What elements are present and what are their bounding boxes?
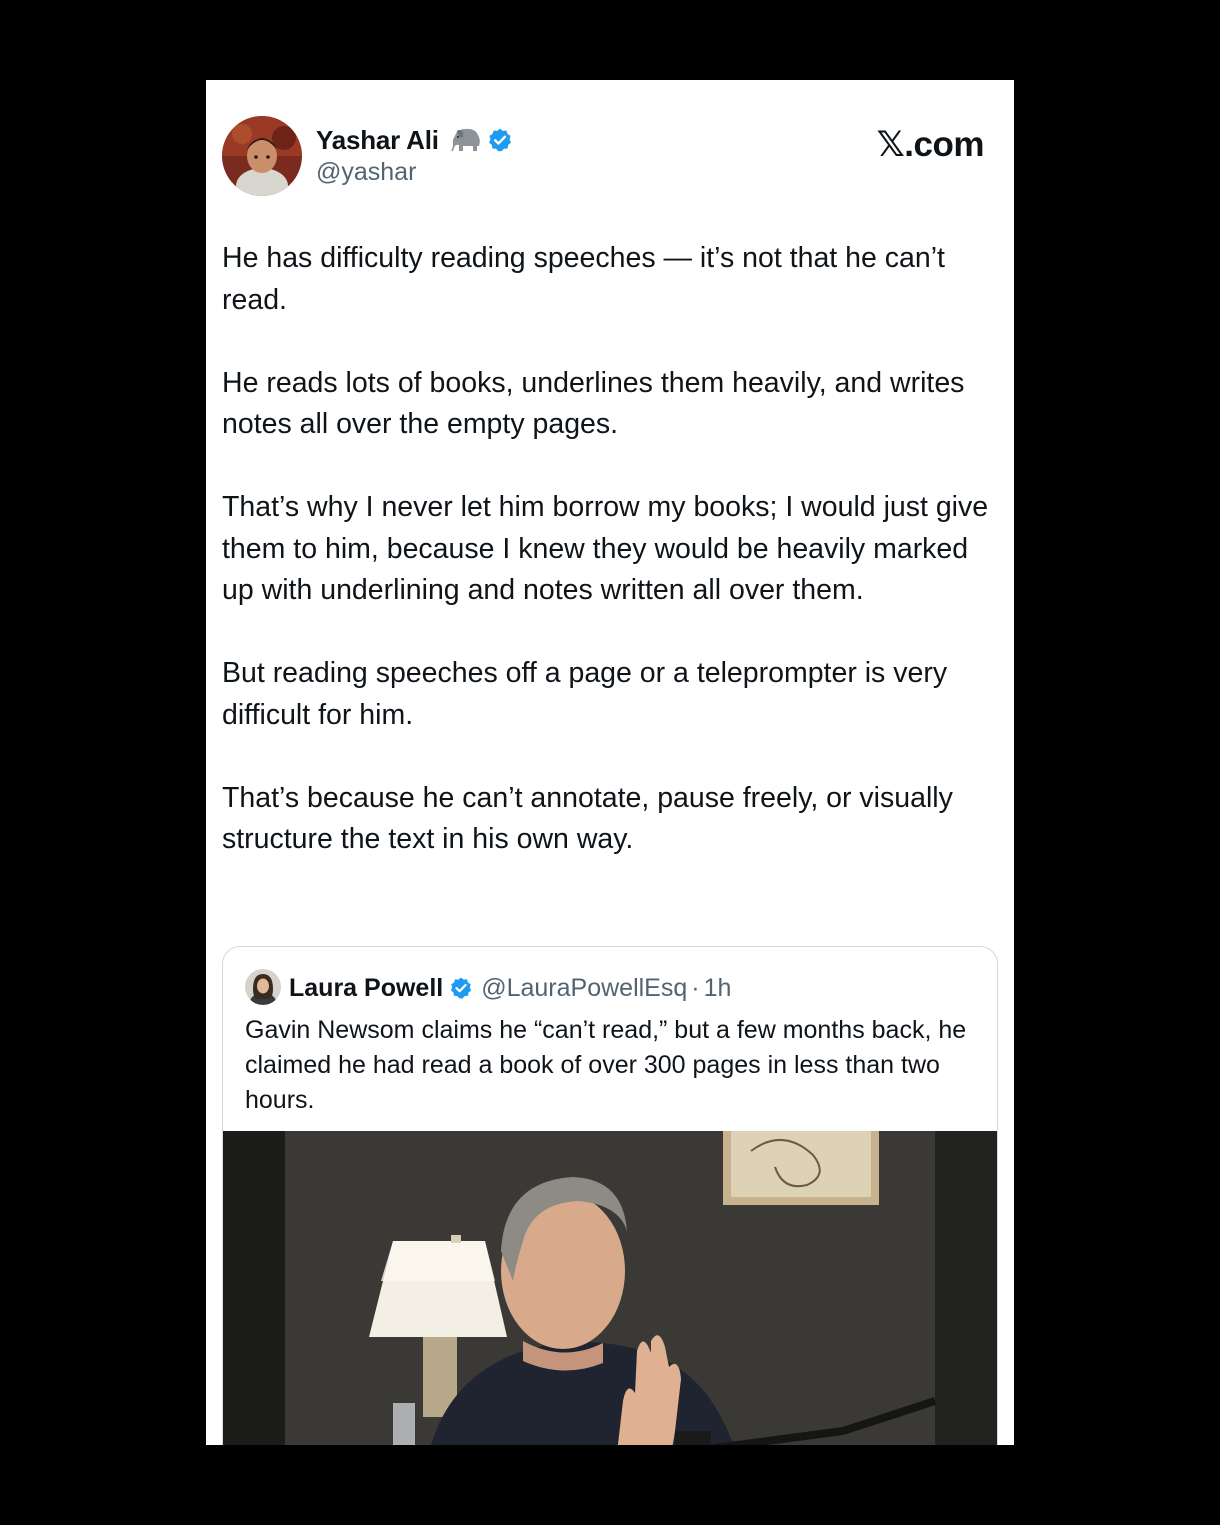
x-brand-logo: 𝕏.com bbox=[876, 125, 985, 164]
verified-badge-icon bbox=[449, 976, 473, 1000]
quoted-author-handle[interactable]: @LauraPowellEsq bbox=[481, 974, 687, 1003]
author-name[interactable]: Yashar Ali bbox=[316, 125, 439, 156]
tweet-paragraph: That’s why I never let him borrow my boo… bbox=[222, 491, 989, 606]
tweet-text: He has difficulty reading speeches — it’… bbox=[222, 238, 1002, 902]
tweet-paragraph: He reads lots of books, underlines them … bbox=[222, 366, 965, 441]
tweet-card: Yashar Ali @yashar 𝕏.com He has difficul… bbox=[206, 80, 1014, 1445]
tweet-paragraph: That’s because he can’t annotate, pause … bbox=[222, 781, 953, 856]
elephant-icon bbox=[449, 126, 483, 154]
video-thumbnail[interactable] bbox=[223, 1131, 997, 1445]
author-handle[interactable]: @yashar bbox=[316, 158, 416, 187]
quoted-author-avatar[interactable] bbox=[245, 969, 281, 1005]
quoted-timestamp[interactable]: 1h bbox=[704, 974, 732, 1003]
quoted-tweet[interactable]: Laura Powell @LauraPowellEsq · 1h Gavin … bbox=[222, 946, 998, 1445]
tweet-paragraph: He has difficulty reading speeches — it’… bbox=[222, 242, 945, 316]
tweet-paragraph: But reading speeches off a page or a tel… bbox=[222, 657, 948, 731]
quoted-author-name[interactable]: Laura Powell bbox=[289, 974, 443, 1003]
verified-badge-icon bbox=[487, 127, 513, 153]
author-name-row: Yashar Ali bbox=[316, 124, 513, 156]
author-avatar[interactable] bbox=[222, 116, 302, 196]
quoted-text: Gavin Newsom claims he “can’t read,” but… bbox=[245, 1016, 967, 1114]
separator-dot: · bbox=[691, 973, 700, 1002]
quoted-header: Laura Powell @LauraPowellEsq · 1h bbox=[289, 971, 731, 1005]
